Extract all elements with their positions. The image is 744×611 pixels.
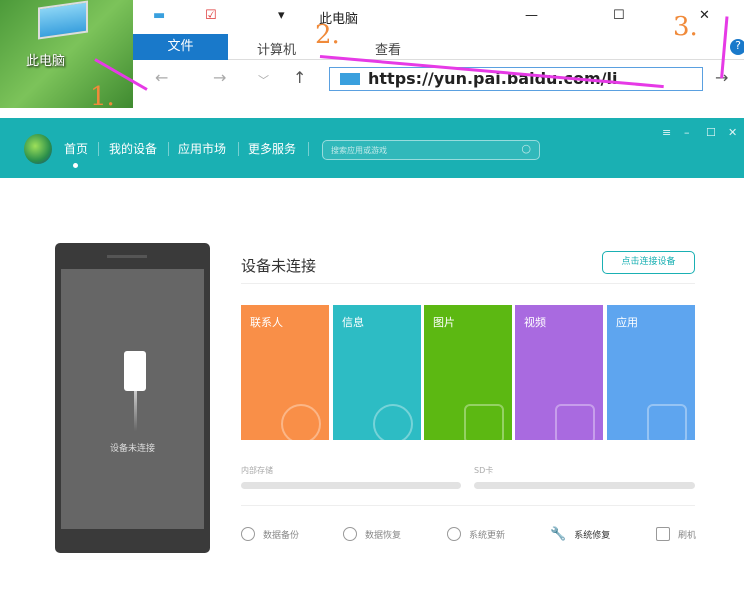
tool-label: 刷机 [678, 530, 697, 541]
tool-system-update[interactable]: 系统更新 [447, 527, 505, 541]
phone-illustration: 设备未连接 [55, 243, 210, 553]
search-input[interactable]: 搜索应用或游戏 ○ [322, 140, 540, 160]
annotation-step: 3. [673, 12, 698, 42]
annotation-step: 1. [90, 82, 115, 112]
phone-screen: 设备未连接 [61, 269, 204, 529]
ribbon-tabs: 文件 计算机 查看 ? [133, 34, 744, 60]
tile-messages[interactable]: 信息 [333, 305, 421, 440]
tool-label: 系统更新 [469, 530, 506, 541]
tool-label: 数据备份 [263, 530, 300, 541]
tab-file[interactable]: 文件 [133, 34, 228, 60]
tile-photos[interactable]: 图片 [424, 305, 512, 440]
tile-label: 联系人 [250, 316, 283, 329]
active-indicator [73, 163, 78, 168]
tile-label: 图片 [433, 316, 455, 329]
wrench-icon: 🔧 [550, 527, 567, 542]
divider [241, 505, 695, 506]
search-icon[interactable]: ○ [521, 142, 531, 155]
sd-card-label: SD卡 [474, 466, 494, 475]
tile-contacts[interactable]: 联系人 [241, 305, 329, 440]
nav-my-devices[interactable]: 我的设备 [109, 140, 157, 157]
tool-flash[interactable]: 刷机 [656, 527, 696, 541]
tab-computer[interactable]: 计算机 [257, 39, 296, 58]
backup-icon [241, 527, 255, 541]
computer-icon[interactable] [38, 0, 88, 40]
tool-label: 系统修复 [574, 531, 611, 541]
tool-backup[interactable]: 数据备份 [241, 527, 299, 541]
computer-small-icon: ▬ [153, 8, 166, 23]
app-header: 首页 我的设备 应用市场 更多服务 搜索应用或游戏 ○ ≡ – ☐ ✕ [0, 118, 744, 178]
nav-more-services[interactable]: 更多服务 [248, 140, 296, 157]
properties-icon[interactable]: ☑ [205, 8, 217, 23]
phone-speaker [107, 255, 147, 258]
address-bar[interactable]: https://yun.pai.baidu.com/li [329, 67, 703, 91]
tile-videos[interactable]: 视频 [515, 305, 603, 440]
close-button[interactable]: ✕ [728, 126, 737, 139]
connect-device-button[interactable]: 点击连接设备 [602, 251, 695, 274]
search-placeholder: 搜索应用或游戏 [331, 146, 387, 155]
internal-storage-bar [241, 482, 461, 489]
menu-icon[interactable]: ≡ [662, 126, 671, 139]
picture-icon [464, 404, 504, 440]
internal-storage-label: 内部存储 [241, 466, 273, 475]
maximize-button[interactable]: ☐ [613, 8, 625, 23]
file-explorer-window: ▬ ☑ ▾ 此电脑 — ☐ ✕ 文件 计算机 查看 ? ← → ﹀ ↑ http… [133, 0, 744, 108]
app-logo [24, 134, 52, 164]
sd-card-bar [474, 482, 695, 489]
help-icon[interactable]: ? [730, 39, 744, 55]
minimize-button[interactable]: — [525, 8, 538, 23]
tile-label: 视频 [524, 316, 546, 329]
close-button[interactable]: ✕ [699, 8, 710, 23]
divider [308, 142, 309, 156]
minimize-button[interactable]: – [684, 126, 690, 139]
restore-icon [343, 527, 357, 541]
tool-label: 数据恢复 [365, 530, 402, 541]
divider [168, 142, 169, 156]
divider [238, 142, 239, 156]
tile-apps[interactable]: 应用 [607, 305, 695, 440]
tab-view[interactable]: 查看 [375, 39, 401, 58]
video-icon [555, 404, 595, 440]
forward-icon[interactable]: → [213, 68, 226, 87]
quick-access-dropdown-icon[interactable]: ▾ [278, 8, 285, 23]
tile-label: 应用 [616, 316, 638, 329]
back-icon[interactable]: ← [155, 68, 168, 87]
computer-small-icon [340, 73, 360, 85]
device-status-title: 设备未连接 [241, 257, 317, 275]
divider [98, 142, 99, 156]
maximize-button[interactable]: ☐ [706, 126, 716, 139]
tile-label: 信息 [342, 316, 364, 329]
usb-plug-icon [124, 351, 146, 391]
nav-app-market[interactable]: 应用市场 [178, 140, 226, 157]
nav-home[interactable]: 首页 [64, 140, 88, 157]
up-icon[interactable]: ↑ [293, 68, 306, 87]
desktop-icon-label[interactable]: 此电脑 [26, 50, 65, 69]
update-icon [447, 527, 461, 541]
apps-grid-icon [647, 404, 687, 440]
contacts-icon [281, 404, 321, 440]
flash-upload-icon [656, 527, 670, 541]
tool-restore[interactable]: 数据恢复 [343, 527, 401, 541]
recent-dropdown-icon[interactable]: ﹀ [258, 72, 269, 88]
tool-system-repair[interactable]: 🔧 系统修复 [550, 527, 610, 542]
usb-cable [134, 391, 137, 431]
annotation-step: 2. [315, 20, 340, 50]
phone-status-text: 设备未连接 [109, 444, 155, 454]
divider [241, 283, 695, 284]
message-icon [373, 404, 413, 440]
